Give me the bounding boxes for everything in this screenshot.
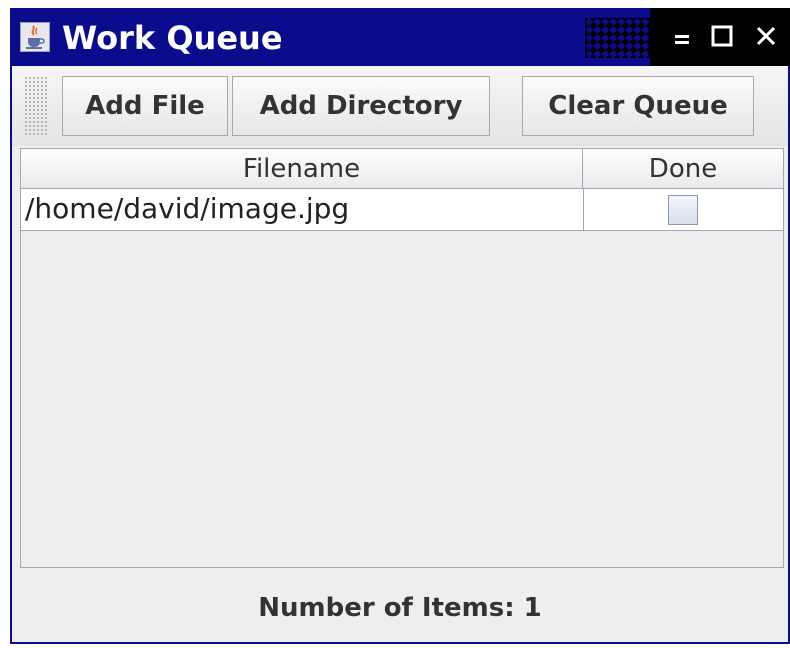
minimize-icon[interactable] bbox=[666, 20, 698, 52]
column-header-done[interactable]: Done bbox=[583, 149, 783, 189]
queue-table[interactable]: Filename Done /home/david/image.jpg bbox=[20, 148, 784, 568]
window-content: Add File Add Directory Clear Queue Filen… bbox=[12, 66, 788, 642]
table-header: Filename Done bbox=[21, 149, 783, 189]
toolbar-grip[interactable] bbox=[24, 76, 48, 136]
filename-cell[interactable]: /home/david/image.jpg bbox=[25, 189, 581, 231]
window-controls bbox=[650, 8, 790, 66]
java-cup-icon[interactable] bbox=[20, 22, 50, 52]
column-header-filename[interactable]: Filename bbox=[21, 149, 583, 189]
add-directory-button[interactable]: Add Directory bbox=[232, 76, 490, 136]
work-queue-window: Work Queue Add File Add Directory Clear … bbox=[10, 8, 790, 644]
title-bar[interactable]: Work Queue bbox=[10, 8, 790, 66]
title-bar-pattern bbox=[585, 18, 655, 58]
done-checkbox[interactable] bbox=[668, 195, 698, 225]
window-title: Work Queue bbox=[62, 19, 283, 57]
status-bar: Number of Items: 1 bbox=[12, 574, 788, 642]
item-count-label: Number of Items: 1 bbox=[258, 593, 542, 623]
toolbar: Add File Add Directory Clear Queue bbox=[12, 66, 788, 146]
close-icon[interactable] bbox=[750, 20, 782, 52]
add-file-button[interactable]: Add File bbox=[62, 76, 228, 136]
clear-queue-button[interactable]: Clear Queue bbox=[522, 76, 754, 136]
table-row[interactable]: /home/david/image.jpg bbox=[21, 189, 783, 231]
maximize-icon[interactable] bbox=[706, 20, 738, 52]
done-cell[interactable] bbox=[583, 189, 783, 231]
